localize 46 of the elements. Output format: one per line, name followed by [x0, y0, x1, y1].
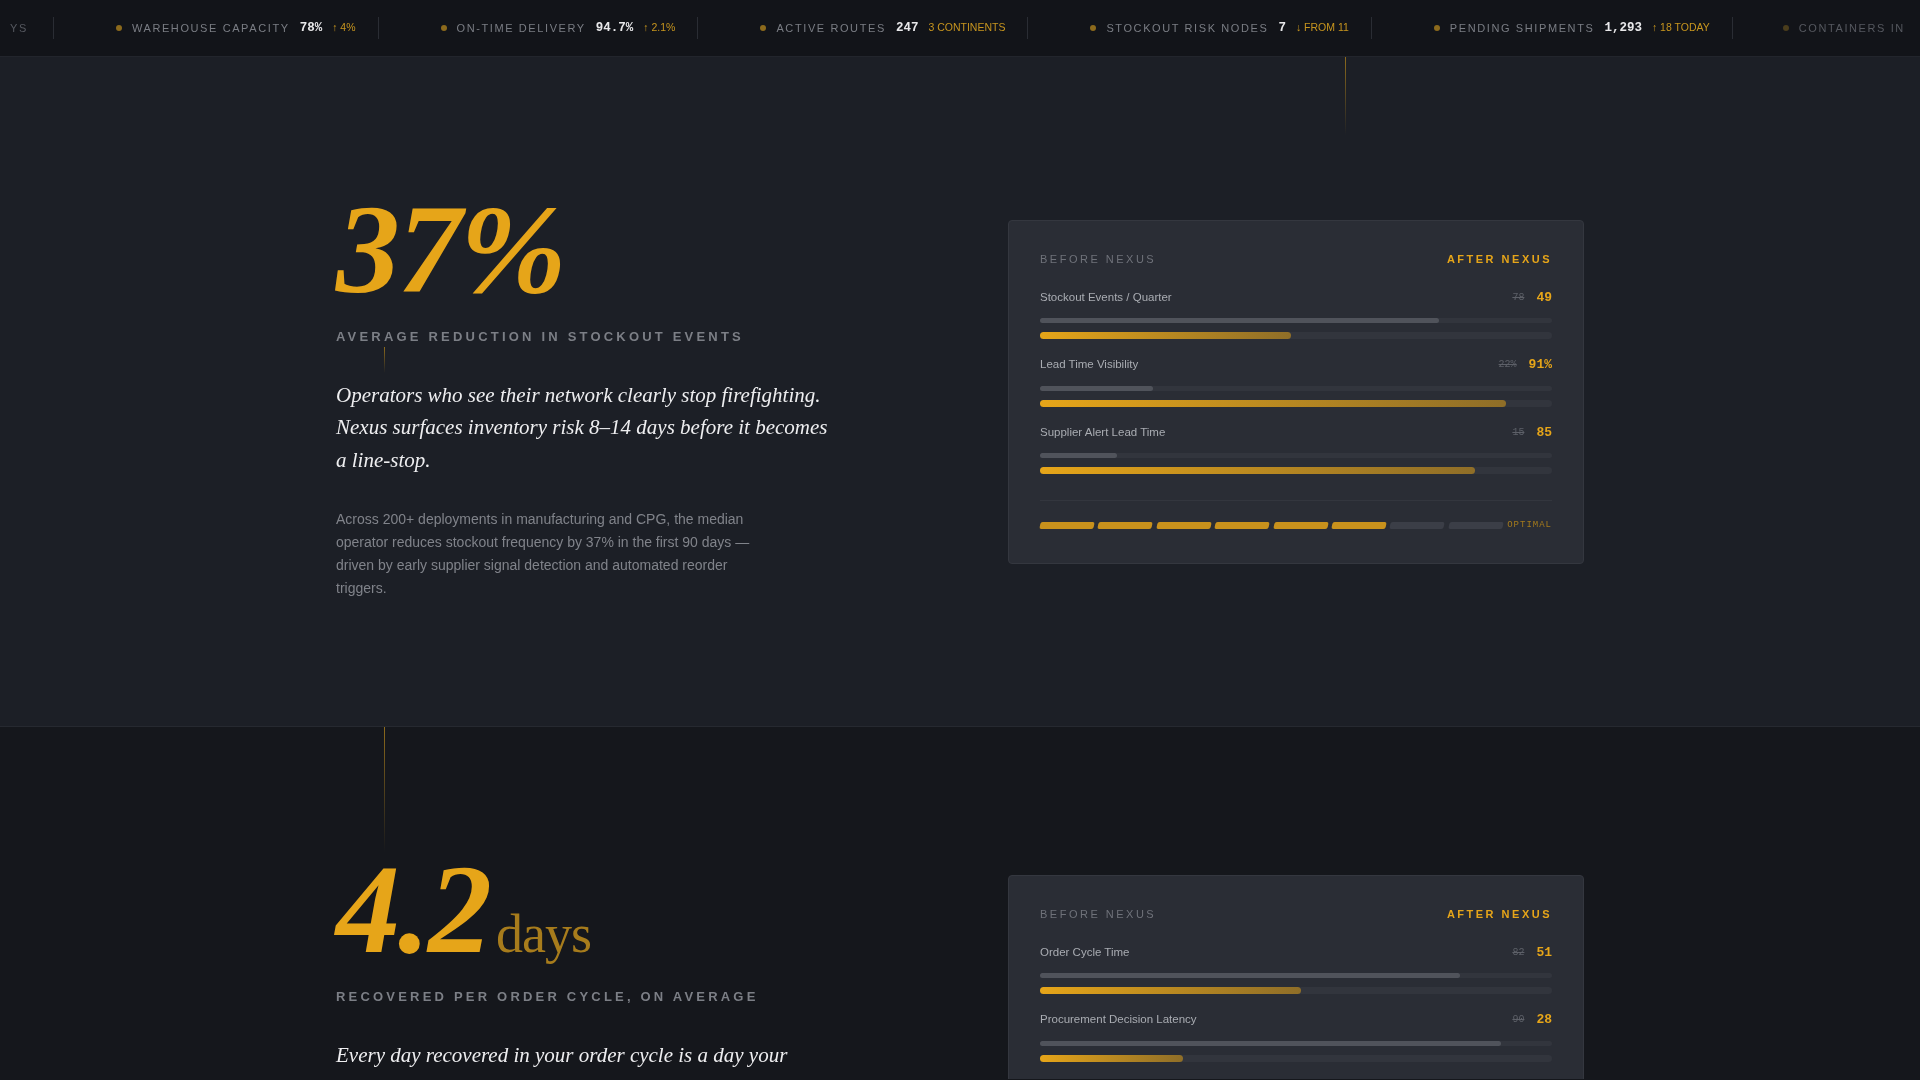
after-heading: AFTER NEXUS: [1446, 907, 1552, 922]
statistic-caption: RECOVERED PER ORDER CYCLE, ON AVERAGE: [336, 988, 760, 1006]
before-heading: BEFORE NEXUS: [1040, 252, 1157, 267]
ticker-value: 7: [1278, 19, 1286, 37]
ticker-change: ↓ FROM 11: [1295, 20, 1349, 36]
ticker-change: 3 CONTINENTS: [928, 20, 1006, 36]
ticker-label: STOCKOUT RISK NODES: [1106, 20, 1269, 36]
meter-label: OPTIMAL: [1507, 519, 1552, 532]
after-value: 28: [1536, 1011, 1552, 1029]
metric-label: Order Cycle Time: [1040, 944, 1131, 960]
accent-line: [384, 347, 385, 373]
status-dot-icon: [1090, 25, 1097, 31]
after-value: 91%: [1528, 356, 1552, 374]
ticker-change: ↑ 4%: [332, 20, 356, 36]
body-paragraph: Across 200+ deployments in manufacturing and CPG, the median operator reduces stockout frequency by 37% in the first 90 days — driven by early supplier signal detection and automated reorder triggers.: [336, 510, 751, 598]
ticker-label: CONTAINERS IN: [1798, 20, 1905, 36]
ticker-value: 1,293: [1604, 19, 1642, 37]
after-value: 85: [1536, 423, 1552, 442]
status-dot-icon: [1782, 25, 1789, 31]
ticker-value: 94.7%: [595, 19, 634, 37]
ticker-change: ↑ 2.1%: [643, 20, 676, 36]
ticker-label: WAREHOUSE CAPACITY: [131, 20, 290, 36]
lead-paragraph: Every day recovered in your order cycle is a day your: [336, 1041, 789, 1069]
ticker-value: 247: [895, 19, 919, 37]
lead-paragraph: Operators who see their network clearly stop firefighting. Nexus surfaces inventory risk 8–14 days before it becomes a line-stop.: [336, 381, 829, 474]
ticker-label: ACTIVE ROUTES: [776, 20, 886, 36]
ticker-change: ↑ 18 TODAY: [1651, 20, 1710, 36]
ticker-label: YS: [10, 20, 28, 36]
big-statistic: 4.2: [336, 845, 490, 973]
status-dot-icon: [115, 25, 122, 31]
metric-label: Supplier Alert Lead Time: [1040, 424, 1167, 440]
after-value: 51: [1536, 943, 1552, 962]
big-statistic: 37%: [336, 185, 565, 313]
after-value: 49: [1536, 288, 1552, 307]
status-dot-icon: [760, 25, 767, 31]
ticker-label: ON-TIME DELIVERY: [456, 20, 586, 36]
metric-label: Stockout Events / Quarter: [1040, 289, 1173, 305]
metric-label: Lead Time Visibility: [1040, 357, 1140, 373]
metric-label: Procurement Decision Latency: [1040, 1012, 1198, 1028]
status-dot-icon: [440, 25, 447, 31]
status-dot-icon: [1433, 25, 1440, 31]
before-heading: BEFORE NEXUS: [1040, 907, 1157, 922]
ticker-value: 78%: [299, 19, 323, 37]
ticker-label: PENDING SHIPMENTS: [1449, 20, 1595, 36]
statistic-caption: AVERAGE REDUCTION IN STOCKOUT EVENTS: [336, 328, 745, 346]
after-heading: AFTER NEXUS: [1446, 252, 1552, 267]
